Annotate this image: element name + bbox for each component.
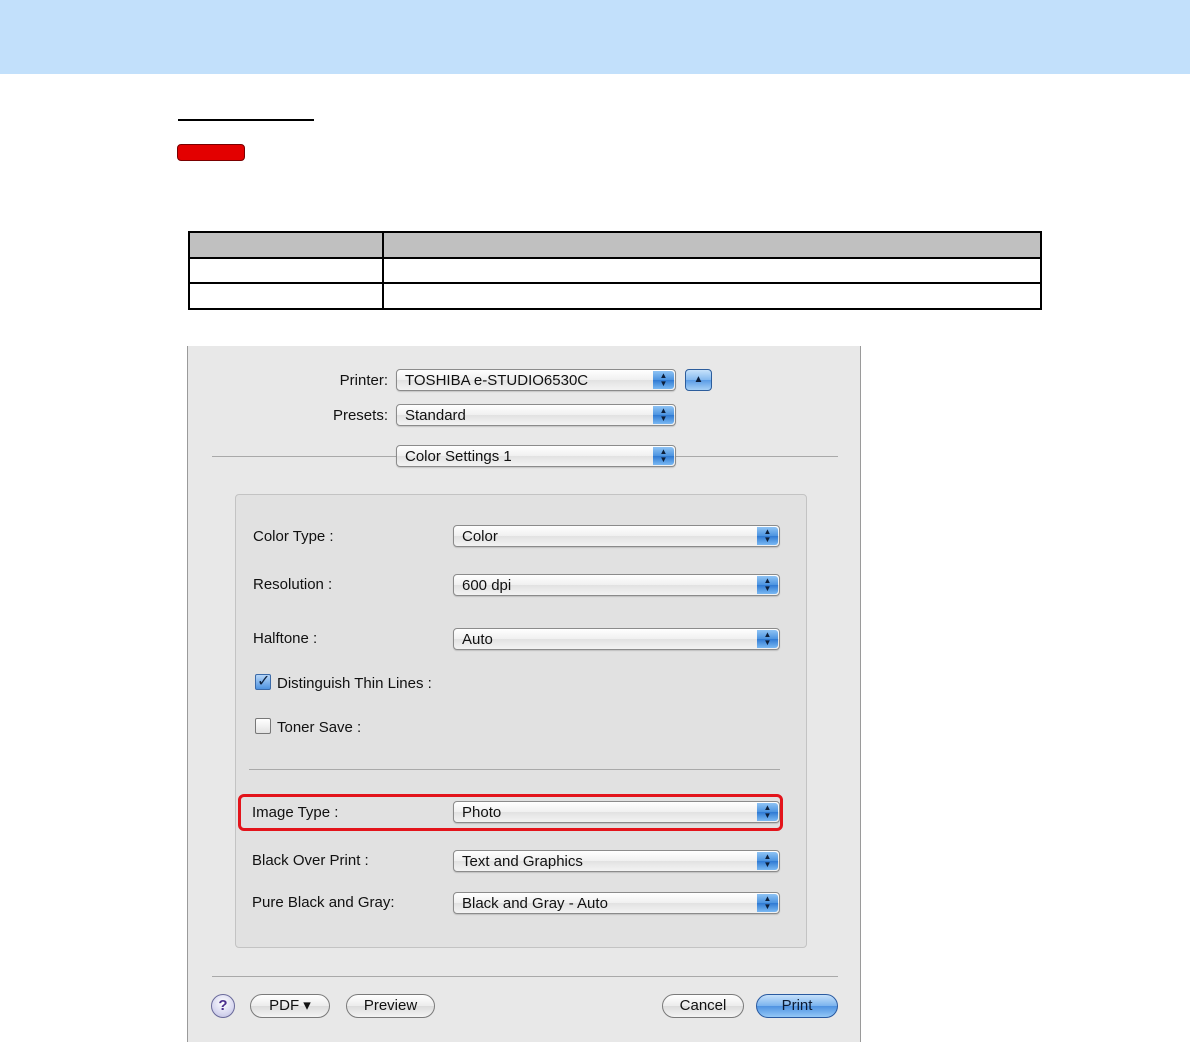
black-over-print-popup[interactable]: Text and Graphics ▲ ▼: [453, 850, 780, 872]
image-type-highlight: [238, 794, 783, 831]
updown-arrows-icon: ▲ ▼: [757, 527, 778, 545]
printer-popup[interactable]: TOSHIBA e-STUDIO6530C ▲ ▼: [396, 369, 676, 391]
resolution-value: 600 dpi: [462, 577, 512, 594]
printer-value: TOSHIBA e-STUDIO6530C: [405, 372, 589, 389]
separator: [212, 976, 838, 977]
printer-label: Printer:: [339, 372, 388, 389]
table-column-divider: [382, 233, 384, 308]
presets-value: Standard: [405, 407, 466, 424]
red-badge: [177, 144, 245, 161]
color-type-value: Color: [462, 528, 498, 545]
color-type-popup[interactable]: Color ▲ ▼: [453, 525, 780, 547]
black-over-print-label: Black Over Print :: [252, 852, 369, 869]
print-button[interactable]: Print: [756, 994, 838, 1018]
halftone-label: Halftone :: [253, 630, 318, 647]
pure-black-gray-popup[interactable]: Black and Gray - Auto ▲ ▼: [453, 892, 780, 914]
toner-save-label: Toner Save :: [277, 719, 362, 736]
resolution-label: Resolution :: [253, 576, 333, 593]
title-underline: [178, 119, 314, 121]
print-dialog: Printer: TOSHIBA e-STUDIO6530C ▲ ▼ ▲ Pres…: [187, 346, 861, 1042]
resolution-popup[interactable]: 600 dpi ▲ ▼: [453, 574, 780, 596]
distinguish-thin-lines-checkbox[interactable]: ✓: [255, 673, 271, 690]
updown-arrows-icon: ▲ ▼: [757, 630, 778, 648]
panel-popup[interactable]: Color Settings 1 ▲ ▼: [396, 445, 676, 467]
pdf-button[interactable]: PDF ▾: [250, 994, 330, 1018]
updown-arrows-icon: ▲ ▼: [757, 894, 778, 912]
preview-button[interactable]: Preview: [346, 994, 435, 1018]
presets-label: Presets:: [332, 407, 388, 424]
cancel-button[interactable]: Cancel: [662, 994, 744, 1018]
separator: [676, 456, 838, 457]
presets-popup[interactable]: Standard ▲ ▼: [396, 404, 676, 426]
updown-arrows-icon: ▲ ▼: [653, 371, 674, 389]
pure-black-gray-label: Pure Black and Gray:: [252, 894, 395, 911]
table-header-row: [190, 233, 1040, 259]
disclosure-triangle-icon[interactable]: ▲: [685, 369, 712, 391]
updown-arrows-icon: ▲ ▼: [757, 852, 778, 870]
updown-arrows-icon: ▲ ▼: [757, 576, 778, 594]
updown-arrows-icon: ▲ ▼: [653, 406, 674, 424]
distinguish-thin-lines-label: Distinguish Thin Lines :: [277, 675, 432, 692]
table-row: [190, 259, 1040, 284]
pure-black-gray-value: Black and Gray - Auto: [462, 895, 608, 912]
help-button[interactable]: ?: [211, 994, 235, 1018]
updown-arrows-icon: ▲ ▼: [653, 447, 674, 465]
checkmark-icon: ✓: [257, 673, 271, 690]
halftone-popup[interactable]: Auto ▲ ▼: [453, 628, 780, 650]
toner-save-checkbox[interactable]: [255, 718, 271, 734]
table-row: [190, 284, 1040, 308]
separator: [212, 456, 396, 457]
black-over-print-value: Text and Graphics: [462, 853, 583, 870]
separator: [249, 769, 780, 770]
info-table: [188, 231, 1042, 310]
page-header-band: [0, 0, 1190, 74]
panel-value: Color Settings 1: [405, 448, 512, 465]
halftone-value: Auto: [462, 631, 493, 648]
color-type-label: Color Type :: [253, 528, 334, 545]
